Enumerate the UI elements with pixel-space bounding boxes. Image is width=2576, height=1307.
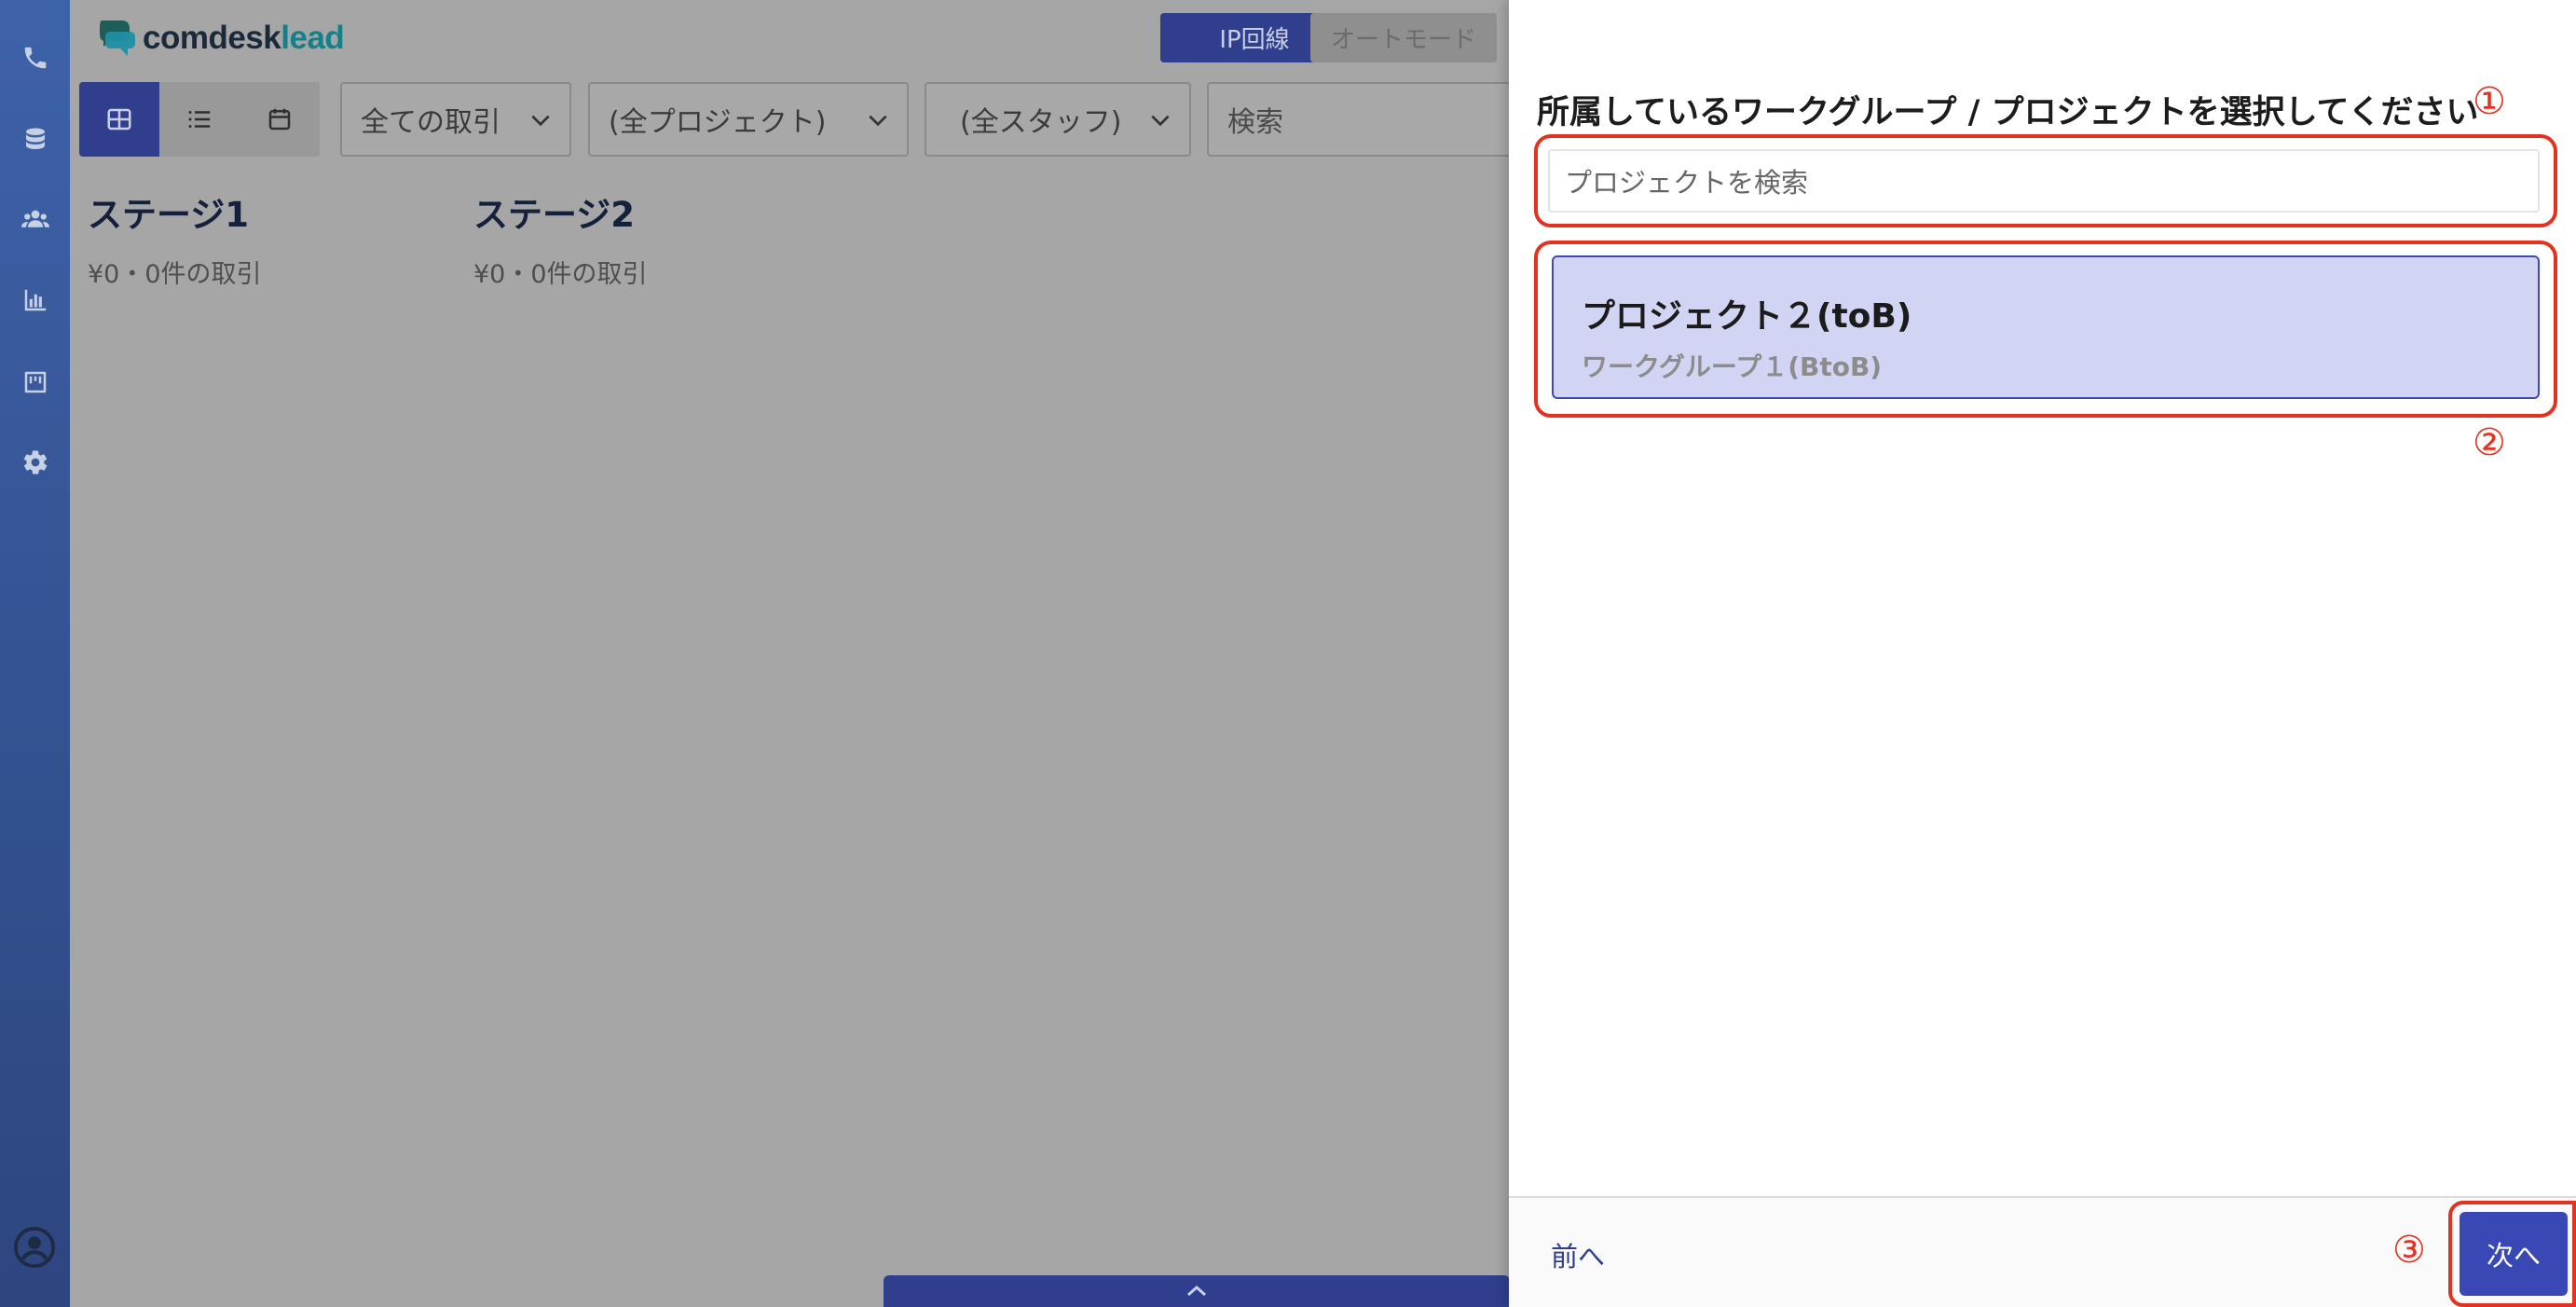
users-icon[interactable] — [0, 200, 70, 238]
grid-icon — [107, 108, 131, 131]
brand-name: comdesk — [143, 20, 281, 56]
account-icon[interactable] — [13, 1226, 56, 1269]
project-option-card[interactable]: プロジェクト２(toB) ワークグループ１(BtoB) — [1552, 255, 2540, 399]
annotation-marker-3: ③ — [2392, 1229, 2426, 1272]
previous-button[interactable]: 前へ — [1551, 1235, 1605, 1274]
annotation-marker-2: ② — [2473, 421, 2506, 464]
stage-summary: ¥0・0件の取引 — [88, 260, 262, 289]
phone-icon[interactable] — [0, 39, 70, 76]
list-view-button[interactable] — [159, 82, 240, 157]
calendar-view-button[interactable] — [240, 82, 320, 157]
database-icon[interactable] — [0, 121, 70, 158]
staff-filter-select[interactable]: (全スタッフ) — [925, 82, 1191, 157]
project-select-panel: 所属しているワークグループ / プロジェクトを選択してください ① プロジェクト… — [1509, 0, 2576, 1307]
project-name: プロジェクト２(toB) — [1582, 297, 1912, 336]
top-bar: comdesklead IP回線 オートモード — [70, 0, 1510, 73]
board-view-button[interactable] — [79, 82, 159, 157]
projects-filter-select[interactable]: (全プロジェクト) — [588, 82, 909, 157]
auto-mode-button[interactable]: オートモード — [1310, 13, 1497, 62]
bottom-drawer-handle[interactable] — [884, 1275, 1510, 1307]
project-workgroup: ワークグループ１(BtoB) — [1582, 351, 1883, 382]
staff-filter-value: (全スタッフ) — [960, 106, 1122, 139]
deals-filter-value: 全ての取引 — [361, 106, 500, 139]
gear-icon[interactable] — [0, 444, 70, 481]
chevron-down-icon — [531, 115, 550, 127]
panel-title: 所属しているワークグループ / プロジェクトを選択してください — [1537, 94, 2479, 131]
deal-search-placeholder: 検索 — [1227, 106, 1283, 139]
footer-divider — [1509, 1196, 2576, 1198]
stage-column: ステージ2 ¥0・0件の取引 — [473, 186, 648, 290]
chart-icon[interactable] — [0, 282, 70, 319]
stage-summary: ¥0・0件の取引 — [473, 260, 648, 289]
annotation-marker-1: ① — [2473, 80, 2506, 123]
brand-suffix: lead — [281, 20, 345, 56]
stage-title: ステージ2 — [473, 195, 636, 235]
logo-mark-icon — [98, 17, 137, 60]
project-search-placeholder: プロジェクトを検索 — [1565, 167, 1809, 199]
board-icon[interactable] — [0, 364, 70, 401]
list-icon — [188, 111, 211, 128]
projects-filter-value: (全プロジェクト) — [609, 106, 827, 139]
sidebar-nav — [0, 0, 70, 1307]
chevron-down-icon — [1151, 115, 1170, 127]
stage-column: ステージ1 ¥0・0件の取引 — [88, 186, 262, 290]
chevron-up-icon — [1187, 1285, 1206, 1297]
deal-search-input[interactable]: 検索 — [1207, 82, 1510, 157]
chevron-down-icon — [869, 115, 887, 127]
stage-title: ステージ1 — [88, 195, 250, 235]
project-search-input[interactable]: プロジェクトを検索 — [1548, 149, 2540, 213]
calendar-icon — [268, 108, 291, 131]
deals-filter-select[interactable]: 全ての取引 — [340, 82, 571, 157]
view-toggle — [79, 82, 320, 157]
next-button[interactable]: 次へ — [2460, 1212, 2568, 1296]
main-board: comdesklead IP回線 オートモード 全ての取引 (全プロジェクト) … — [70, 0, 1510, 1307]
brand-logo[interactable]: comdesklead — [98, 17, 345, 60]
